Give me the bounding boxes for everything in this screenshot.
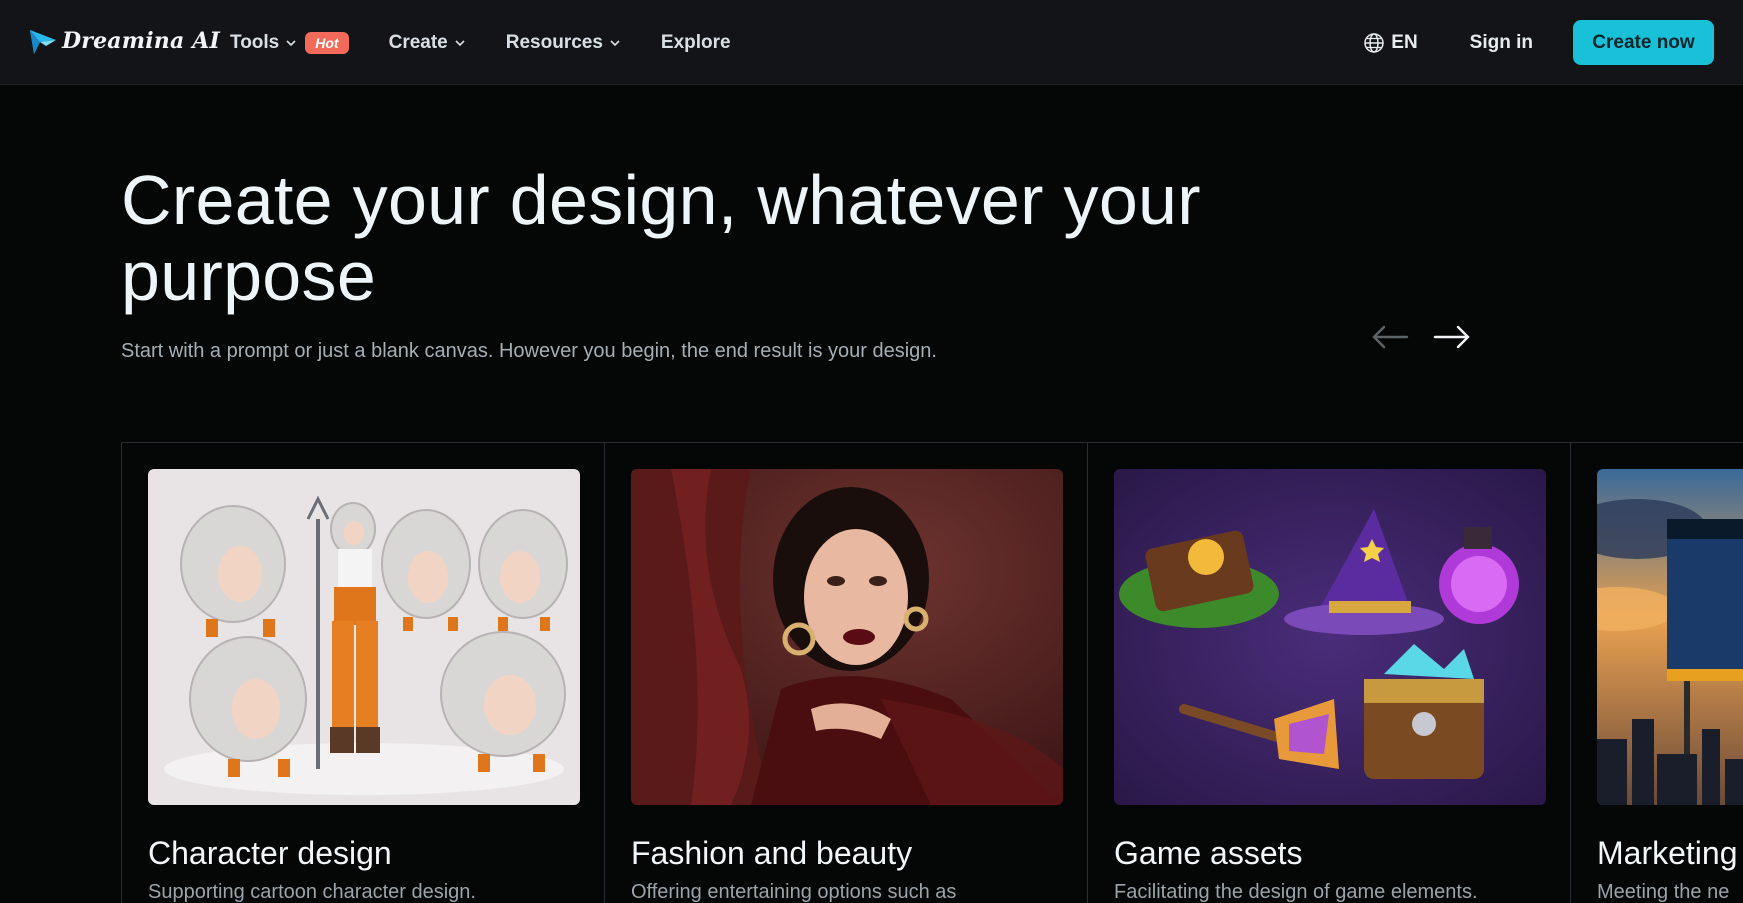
- card-game-assets[interactable]: Game assets Facilitating the design of g…: [1088, 443, 1571, 903]
- chevron-down-icon: [455, 39, 465, 46]
- chevron-down-icon: [610, 39, 620, 46]
- main-nav: Tools Hot Create Resources Explore: [230, 0, 771, 85]
- card-description: Offering entertaining options such as: [631, 881, 957, 903]
- character-design-image: [148, 469, 580, 805]
- fashion-beauty-image: [631, 469, 1063, 805]
- card-description: Meeting the ne: [1597, 881, 1730, 903]
- hero-subtitle: Start with a prompt or just a blank canv…: [121, 340, 937, 362]
- nav-create[interactable]: Create: [389, 32, 466, 54]
- language-label: EN: [1391, 31, 1418, 53]
- dreamina-logo-icon: [30, 30, 56, 54]
- nav-tools[interactable]: Tools Hot: [230, 31, 349, 54]
- card-description: Facilitating the design of game elements…: [1114, 881, 1478, 903]
- language-selector[interactable]: EN: [1363, 31, 1418, 54]
- carousel-next-button[interactable]: [1432, 320, 1472, 354]
- game-assets-illustration: [1114, 469, 1546, 805]
- carousel-controls: [1370, 320, 1494, 354]
- card-title: Game assets: [1114, 835, 1303, 871]
- hero-title: Create your design, whatever your purpos…: [121, 161, 1201, 315]
- header-actions: EN Sign in Create now: [1363, 0, 1743, 85]
- card-title: Marketing: [1597, 835, 1738, 871]
- card-description: Supporting cartoon character design.: [148, 881, 476, 903]
- use-case-carousel: Character design Supporting cartoon char…: [121, 442, 1743, 903]
- character-design-illustration: [148, 469, 580, 805]
- marketing-billboard-illustration: [1597, 469, 1743, 805]
- card-title: Fashion and beauty: [631, 835, 913, 871]
- arrow-right-icon: [1433, 325, 1470, 349]
- game-assets-image: [1114, 469, 1546, 805]
- top-navigation-bar: Dreamina AI Tools Hot Create Resources E…: [0, 0, 1743, 85]
- chevron-down-icon: [286, 39, 296, 46]
- hot-badge: Hot: [305, 31, 349, 54]
- arrow-left-icon: [1372, 325, 1409, 349]
- fashion-portrait-illustration: [631, 469, 1063, 805]
- nav-explore[interactable]: Explore: [661, 32, 731, 54]
- nav-tools-label: Tools: [230, 31, 280, 53]
- sign-in-link[interactable]: Sign in: [1470, 32, 1533, 54]
- card-title: Character design: [148, 835, 392, 871]
- card-fashion-beauty[interactable]: Fashion and beauty Offering entertaining…: [605, 443, 1088, 903]
- nav-resources[interactable]: Resources: [506, 32, 621, 54]
- marketing-image: [1597, 469, 1743, 805]
- card-marketing[interactable]: Marketing Meeting the ne: [1571, 443, 1743, 903]
- nav-explore-label: Explore: [660, 31, 731, 53]
- carousel-prev-button[interactable]: [1370, 320, 1410, 354]
- nav-create-label: Create: [388, 31, 448, 53]
- create-now-button[interactable]: Create now: [1573, 20, 1714, 65]
- logo-text: Dreamina AI: [62, 28, 221, 54]
- dreamina-logo[interactable]: Dreamina AI: [28, 24, 220, 58]
- nav-resources-label: Resources: [505, 31, 603, 53]
- card-character-design[interactable]: Character design Supporting cartoon char…: [122, 443, 605, 903]
- globe-icon: [1364, 32, 1385, 53]
